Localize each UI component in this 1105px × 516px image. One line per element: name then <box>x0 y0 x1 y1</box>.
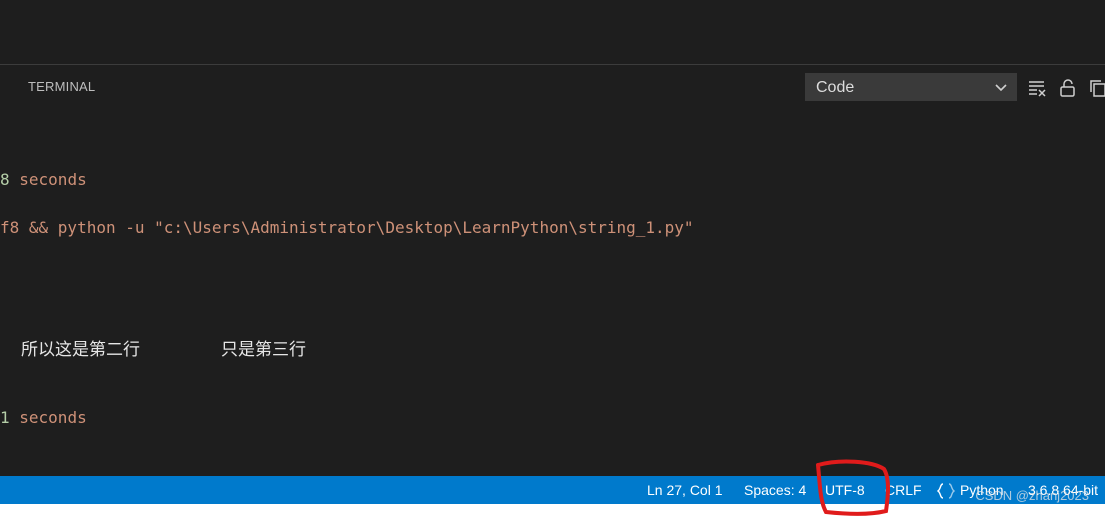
copy-icon[interactable] <box>1088 78 1105 98</box>
terminal-line: 8 seconds <box>0 170 87 189</box>
eol-setting[interactable]: CRLF <box>885 482 922 498</box>
clear-output-icon[interactable] <box>1027 78 1047 98</box>
cursor-position[interactable]: Ln 27, Col 1 <box>647 482 723 498</box>
editor-area-top <box>0 0 1105 64</box>
terminal-line: f8 && python -u "c:\Users\Administrator\… <box>0 218 694 237</box>
status-bar: Ln 27, Col 1 Spaces: 4 UTF-8 CRLF Python… <box>0 476 1105 504</box>
terminal-line: 1 seconds <box>0 408 87 427</box>
terminal-text: 只是第三行 <box>221 340 306 360</box>
chevron-down-icon <box>995 84 1007 92</box>
terminal-text: 所以这是第二行 <box>21 340 140 360</box>
encoding-setting[interactable]: UTF-8 <box>825 482 865 498</box>
indentation-setting[interactable]: Spaces: 4 <box>744 482 806 498</box>
screenshot-bottom-edge <box>0 504 1105 516</box>
watermark: CSDN @zhanj2023 <box>975 488 1089 503</box>
braces-icon[interactable] <box>937 483 955 499</box>
terminal-output[interactable]: 8 seconds f8 && python -u "c:\Users\Admi… <box>0 108 1105 476</box>
lock-icon[interactable] <box>1058 78 1078 98</box>
tab-terminal[interactable]: TERMINAL <box>28 79 95 94</box>
output-channel-value: Code <box>816 79 855 96</box>
output-channel-select[interactable]: Code <box>805 73 1017 101</box>
